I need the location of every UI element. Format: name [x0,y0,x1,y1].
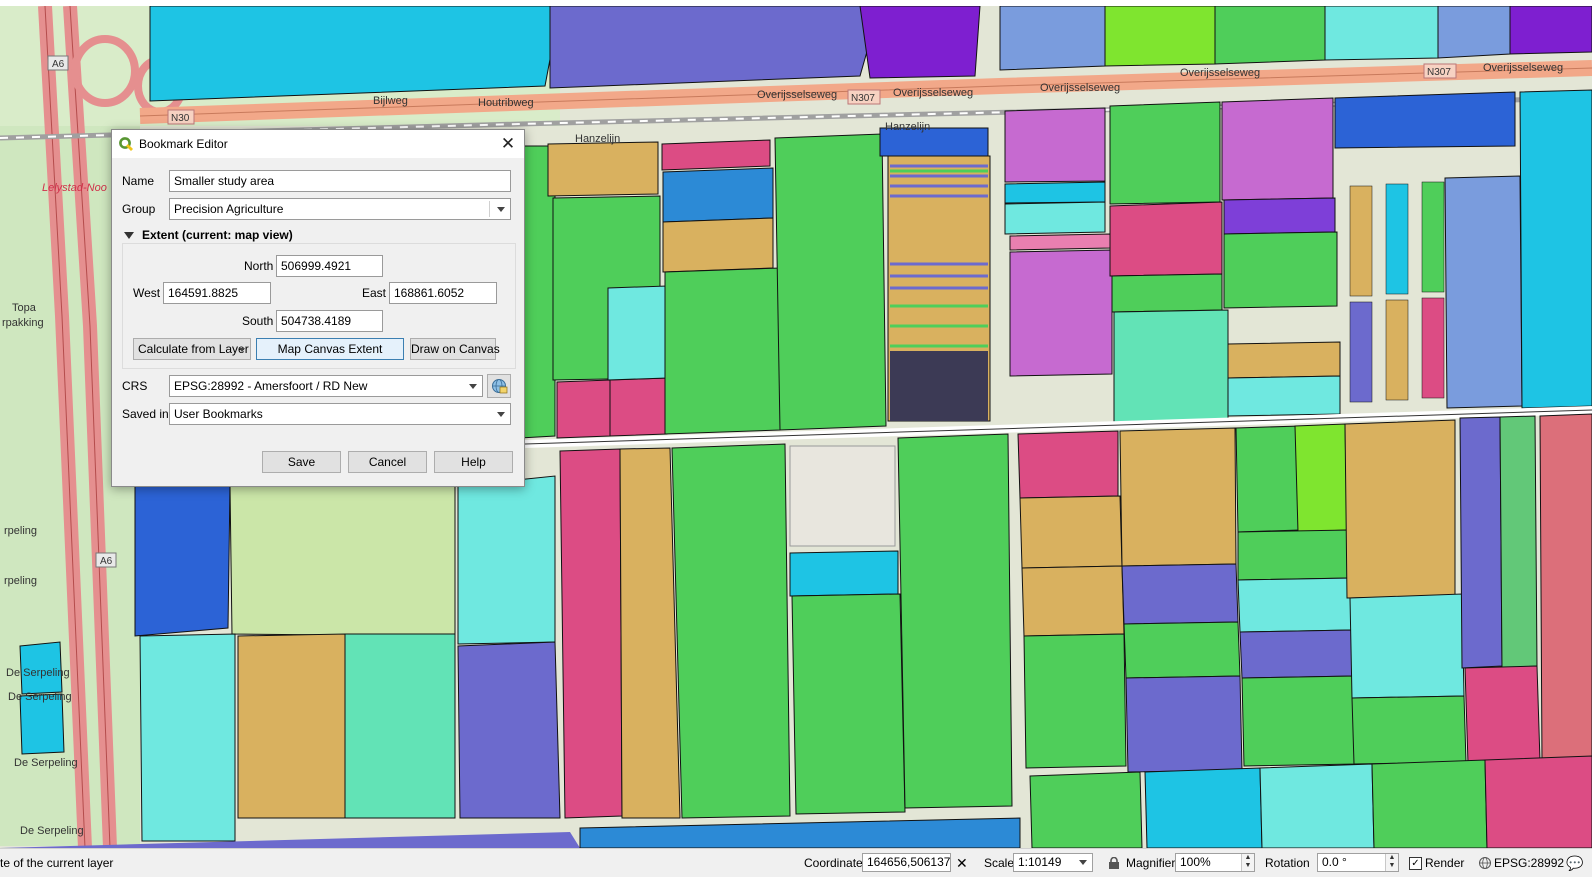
select-crs-button[interactable] [487,374,511,398]
saved-in-value: User Bookmarks [174,407,263,421]
calculate-from-layer-label: Calculate from Layer [138,342,249,356]
render-checkbox[interactable]: ✓ [1409,857,1422,870]
spin-arrows-icon[interactable]: ▲ ▼ [1385,854,1398,871]
rotation-value: 0.0 ° [1322,855,1347,869]
road-label: De Serpeling [6,667,70,679]
map-canvas-extent-button[interactable]: Map Canvas Extent [256,338,404,360]
close-icon: ✕ [500,134,516,153]
road-label: Hanzelijn [575,133,620,145]
north-field[interactable]: 506999.4921 [276,255,383,277]
place-label: Lelystad-Noo [42,182,107,194]
cancel-button[interactable]: Cancel [348,451,427,473]
north-label: North [244,259,274,273]
collapse-arrow-icon [124,232,134,239]
road-shield: A6 [52,59,65,70]
east-field[interactable]: 168861.6052 [389,282,497,304]
globe-crs-icon [492,379,508,394]
south-label: South [242,314,274,328]
chevron-down-icon [1079,860,1087,865]
dialog-title: Bookmark Editor [139,137,228,151]
name-label: Name [122,174,155,188]
magnifier-spinbox[interactable]: 100% ▲ ▼ [1175,853,1255,872]
road-label: De Serpeling [20,825,84,837]
place-label: Topa [12,302,37,314]
bookmark-editor-dialog: Bookmark Editor ✕ Name Smaller study are… [111,129,525,487]
rotation-label: Rotation [1265,856,1310,870]
coordinate-label: Coordinate [804,856,863,870]
road-label: Overijsselseweg [893,87,973,99]
crs-label: CRS [122,379,148,393]
calculate-from-layer-button[interactable]: Calculate from Layer [133,338,251,360]
crs-combobox[interactable]: EPSG:28992 - Amersfoort / RD New [169,375,483,397]
road-shield: A6 [100,556,113,567]
render-label: Render [1425,856,1465,870]
crs-value: EPSG:28992 - Amersfoort / RD New [174,379,368,393]
saved-in-label: Saved in [122,407,169,421]
place-label: rpakking [2,317,44,329]
road-label: Hanzelijn [885,121,930,133]
chevron-down-icon [497,207,505,212]
messages-icon[interactable]: 💬 [1566,849,1583,877]
extent-group: North 506999.4921 West 164591.8825 East … [122,243,516,369]
road-label: Houtribweg [478,97,534,109]
west-label: West [133,286,161,300]
dropdown-arrow-icon [239,348,245,352]
magnifier-value: 100% [1180,855,1211,869]
save-button[interactable]: Save [262,451,341,473]
chevron-down-icon [497,412,505,417]
scale-value: 1:10149 [1018,855,1062,869]
road-shield: N307 [1427,67,1451,78]
road-label: Bijlweg [373,95,408,107]
status-message: te of the current layer [0,856,114,870]
coordinate-field[interactable]: 164656,506137 [862,853,951,872]
south-field[interactable]: 504738.4189 [276,310,383,332]
spin-arrows-icon[interactable]: ▲ ▼ [1241,854,1254,871]
road-label: rpeling [4,575,37,587]
road-label: De Serpeling [8,691,72,703]
group-label: Group [122,202,156,216]
project-crs-label[interactable]: EPSG:28992 [1494,849,1564,877]
chevron-down-icon [469,384,477,389]
group-combobox[interactable]: Precision Agriculture [169,198,511,220]
group-value: Precision Agriculture [174,202,284,216]
road-label: Overijsselseweg [1180,67,1260,79]
road-label: Overijsselseweg [757,89,837,101]
saved-in-combobox[interactable]: User Bookmarks [169,403,511,425]
lock-scale-icon[interactable] [1108,857,1120,870]
scale-combobox[interactable]: 1:10149 [1013,853,1093,872]
scale-label: Scale [984,856,1015,870]
help-button[interactable]: Help [434,451,513,473]
name-field[interactable]: Smaller study area [169,170,511,192]
qgis-icon [119,137,133,151]
globe-icon[interactable] [1478,856,1492,870]
road-shield: N30 [171,113,190,124]
east-label: East [362,286,387,300]
close-button[interactable]: ✕ [498,134,518,154]
extent-group-title: Extent (current: map view) [142,228,293,242]
draw-on-canvas-button[interactable]: Draw on Canvas [410,338,500,360]
rotation-spinbox[interactable]: 0.0 ° ▲ ▼ [1317,853,1399,872]
road-shield: N307 [851,93,875,104]
road-label: De Serpeling [14,757,78,769]
dialog-titlebar[interactable]: Bookmark Editor ✕ [112,130,524,158]
road-label: Overijsselseweg [1483,62,1563,74]
toggle-extents-icon[interactable]: ✕ [956,849,968,877]
status-bar: te of the current layer Coordinate 16465… [0,848,1592,876]
road-label: rpeling [4,525,37,537]
road-label: Overijsselseweg [1040,82,1120,94]
magnifier-label: Magnifier [1126,856,1176,870]
west-field[interactable]: 164591.8825 [163,282,271,304]
